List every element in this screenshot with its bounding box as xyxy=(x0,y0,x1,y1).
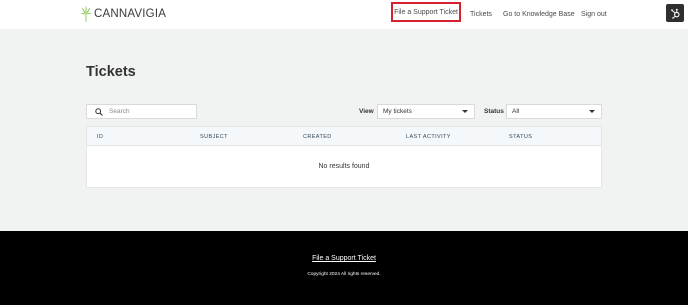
nav-sign-out-link[interactable]: Sign out xyxy=(581,11,607,18)
column-header-status[interactable]: STATUS xyxy=(509,134,532,140)
page-title: Tickets xyxy=(86,64,136,80)
view-filter-label: View xyxy=(359,108,374,115)
search-icon xyxy=(95,107,103,116)
column-header-subject[interactable]: SUBJECT xyxy=(200,134,228,140)
empty-state-message: No results found xyxy=(318,163,370,170)
site-footer: File a Support Ticket Copyright 2024 All… xyxy=(0,231,688,305)
chevron-down-icon xyxy=(589,110,595,113)
footer-file-support-ticket-link[interactable]: File a Support Ticket xyxy=(312,255,376,262)
hubspot-icon xyxy=(670,8,680,19)
column-header-created[interactable]: CREATED xyxy=(303,134,332,140)
hubspot-button[interactable] xyxy=(666,4,684,22)
table-header: ID SUBJECT CREATED LAST ACTIVITY STATUS xyxy=(87,127,601,146)
nav-knowledge-base[interactable]: Go to Knowledge Base xyxy=(503,0,575,29)
site-header: CANNAVIGIA File a Support Ticket Tickets… xyxy=(0,0,688,29)
nav-knowledge-base-link[interactable]: Go to Knowledge Base xyxy=(503,11,575,18)
view-filter-select[interactable]: My tickets xyxy=(377,104,475,119)
ticket-search[interactable] xyxy=(86,104,197,119)
footer-link-container: File a Support Ticket xyxy=(0,255,688,262)
footer-copyright: Copyright 2024 All rights reserved. xyxy=(307,272,381,277)
cannabis-leaf-icon xyxy=(80,5,92,22)
brand-name: CANNAVIGIA xyxy=(94,8,167,20)
chevron-down-icon xyxy=(462,110,468,113)
view-filter-value: My tickets xyxy=(383,108,412,115)
nav-file-support-ticket[interactable]: File a Support Ticket xyxy=(391,2,461,22)
brand-logo[interactable]: CANNAVIGIA xyxy=(80,5,166,23)
search-input[interactable] xyxy=(109,108,189,115)
column-header-id[interactable]: ID xyxy=(97,134,103,140)
nav-tickets-link[interactable]: Tickets xyxy=(470,11,492,18)
nav-tickets[interactable]: Tickets xyxy=(470,0,492,29)
column-header-last-activity[interactable]: LAST ACTIVITY xyxy=(406,134,451,140)
status-filter-select[interactable]: All xyxy=(506,104,602,119)
status-filter-value: All xyxy=(512,108,520,115)
nav-file-support-ticket-label: File a Support Ticket xyxy=(394,8,458,16)
status-filter-label: Status xyxy=(484,108,504,115)
nav-sign-out[interactable]: Sign out xyxy=(581,0,607,29)
tickets-table: ID SUBJECT CREATED LAST ACTIVITY STATUS … xyxy=(86,126,602,188)
